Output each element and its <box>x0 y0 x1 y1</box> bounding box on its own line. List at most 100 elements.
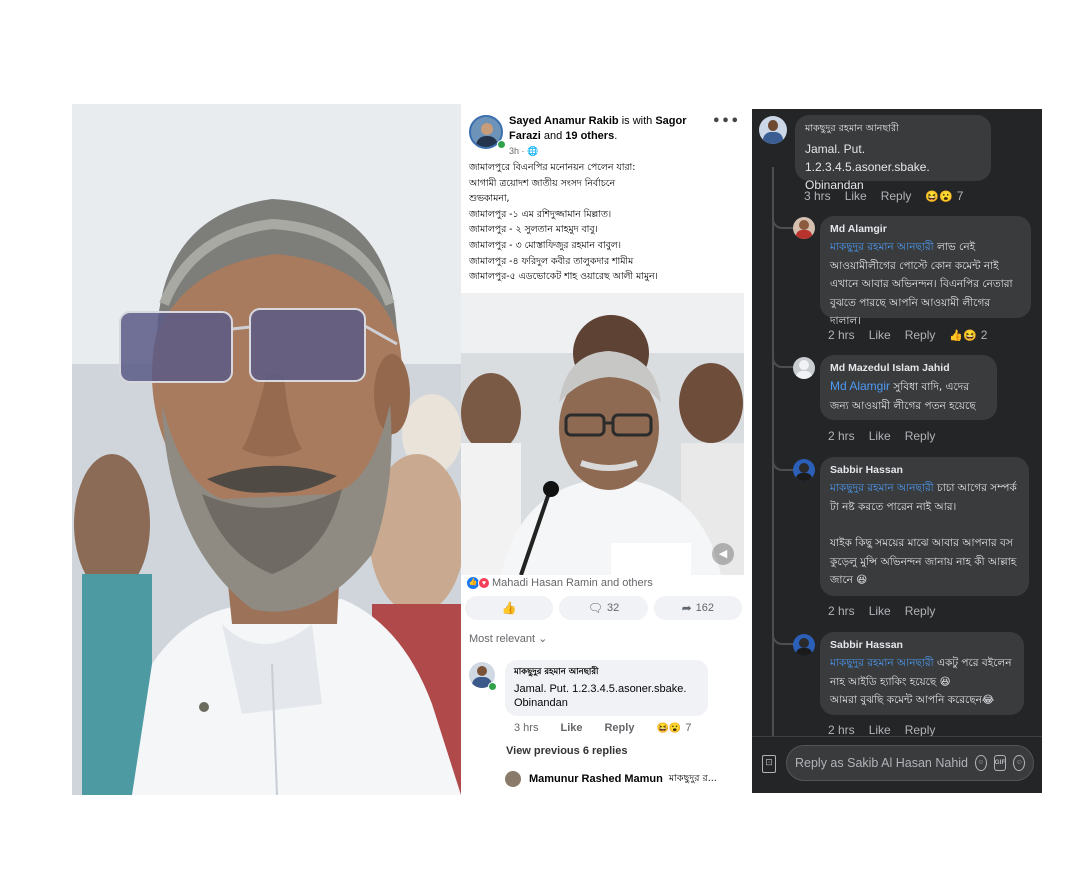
comment-reply-button[interactable]: Reply <box>905 604 936 618</box>
globe-icon: 🌐 <box>527 146 539 156</box>
comment-bubble: Md Alamgir মাকছুদুর রহমান আনছারী লাভ নেই… <box>820 216 1031 327</box>
post-line: জামালপুর -৪ ফরিদুল কবীর তালুকদার শামীম <box>469 255 634 267</box>
comment-reaction-count[interactable]: 7 <box>685 722 691 734</box>
comment-like-button[interactable]: Like <box>869 723 891 737</box>
comment-meta: 2 hrs Like Reply <box>828 429 949 443</box>
post-line: জামালপুর-৫ এডভোকেট শাহ ওয়ারেছ আলী মামুন… <box>469 271 658 283</box>
comment-like-button[interactable]: Like <box>869 429 891 443</box>
share-arrow-icon: ➦ <box>681 601 692 615</box>
post-line: জামালপুর - ২ সুলতান মাহমুদ বাবু। <box>469 224 598 236</box>
mention-link[interactable]: মাকছুদুর রহমান আনছারী <box>830 657 934 669</box>
like-haha-reaction-icons: 👍😆 <box>949 329 977 342</box>
commenter-avatar[interactable] <box>793 357 815 379</box>
avatar-sticker-icon[interactable]: ☺ <box>975 755 987 771</box>
sort-label: Most relevant <box>469 633 536 645</box>
comment-reply-button[interactable]: Reply <box>881 189 912 203</box>
comment-bubble: মাকছুদুর রহমান আনছারী Jamal. Put. 1.2.3.… <box>795 115 991 192</box>
replier-name[interactable]: Mamunur Rashed Mamun <box>529 773 663 785</box>
attach-file-icon[interactable]: ⊡ <box>762 755 776 773</box>
comment-text-second-line: আমরা বুঝছি কমেন্ট আপনি করেছেন😂 <box>830 694 995 706</box>
comment-button[interactable]: 🗨 32 <box>559 596 648 620</box>
comment-reaction-count[interactable]: 2 <box>981 328 988 342</box>
post-line: জামালপুরে বিএনপির মনোনয়ন পেলেন যারা: <box>469 162 636 173</box>
comment-reaction-count[interactable]: 7 <box>957 189 964 203</box>
commenter-avatar[interactable] <box>793 459 815 481</box>
author-name[interactable]: Sayed Anamur Rakib <box>509 115 619 127</box>
thumbs-up-icon: 👍 <box>501 601 517 615</box>
comment-time[interactable]: 2 hrs <box>828 723 855 737</box>
reply-composer: ⊡ Reply as Sakib Al Hasan Nahid ☺ GIF ☺ <box>752 736 1042 793</box>
comment-time[interactable]: 3 hrs <box>804 189 831 203</box>
view-previous-replies-link[interactable]: View previous 6 replies <box>506 745 627 757</box>
comment-like-button[interactable]: Like <box>845 189 867 203</box>
reply-placeholder: Reply as Sakib Al Hasan Nahid <box>795 756 969 770</box>
thread-branch <box>772 215 794 229</box>
post-author-line: Sayed Anamur Rakib is with Sagor Farazi … <box>509 114 714 144</box>
volume-muted-icon[interactable]: ◀ <box>712 543 734 565</box>
comment-like-button[interactable]: Like <box>560 722 582 734</box>
commenter-name[interactable]: Sabbir Hassan <box>830 639 1014 651</box>
post-meta: 3h · 🌐 <box>509 146 714 157</box>
like-button[interactable]: 👍 <box>465 596 554 620</box>
commenter-name[interactable]: মাকছুদুর রহমান আনছারী <box>514 665 699 679</box>
comment-reply-button[interactable]: Reply <box>604 722 634 734</box>
post-actions: 👍 🗨 32 ➦ 162 <box>465 596 742 620</box>
emoji-icon[interactable]: ☺ <box>1013 755 1025 771</box>
more-options-button[interactable]: ••• <box>712 114 740 129</box>
post-line: আগামী ত্রয়োদশ জাতীয় সংসদ নির্বাচনে <box>469 177 616 189</box>
commenter-name[interactable]: Md Mazedul Islam Jahid <box>830 362 987 374</box>
haha-wow-reaction-icons: 😆😮 <box>925 190 953 203</box>
comment-like-button[interactable]: Like <box>869 604 891 618</box>
comment-time[interactable]: 2 hrs <box>828 328 855 342</box>
video-frame-illustration <box>461 293 744 575</box>
comment-like-button[interactable]: Like <box>869 328 891 342</box>
online-status-dot <box>488 682 497 691</box>
comment-meta: 3 hrs Like Reply 😆😮 7 <box>804 189 977 203</box>
period: . <box>614 130 618 142</box>
chevron-down-icon: ⌄ <box>538 633 548 645</box>
comment-reply-button[interactable]: Reply <box>905 429 936 443</box>
commenter-name[interactable]: মাকছুদুর রহমান আনছারী <box>805 122 981 137</box>
comment-sort-dropdown[interactable]: Most relevant ⌄ <box>469 632 547 645</box>
comment-bubble: মাকছুদুর রহমান আনছারী Jamal. Put. 1.2.3.… <box>505 660 708 716</box>
mention-link[interactable]: মাকছুদুর রহমান আনছারী <box>830 482 934 494</box>
comment-text: Jamal. Put. 1.2.3.4.5.asoner.sbake. Obin… <box>514 683 687 709</box>
comment-meta: 2 hrs Like Reply <box>828 723 949 737</box>
comment-bubble-icon: 🗨 <box>587 601 603 615</box>
comment-reply-button[interactable]: Reply <box>905 328 936 342</box>
mention-link[interactable]: Md Alamgir <box>830 379 890 393</box>
reply-input[interactable]: Reply as Sakib Al Hasan Nahid ☺ GIF ☺ <box>786 745 1034 781</box>
comment-text: Jamal. Put. 1.2.3.4.5.asoner.sbake. Obin… <box>805 142 930 192</box>
post-video[interactable]: ◀ <box>461 293 744 575</box>
comment-time[interactable]: 3 hrs <box>514 722 538 734</box>
with-text: is with <box>621 115 653 127</box>
and-text: and <box>543 130 563 142</box>
reactions-text: Mahadi Hasan Ramin and others <box>492 577 653 589</box>
tagged-others[interactable]: 19 others <box>565 130 614 142</box>
commenter-avatar[interactable] <box>793 634 815 656</box>
comment-count: 32 <box>606 602 620 614</box>
portrait-illustration <box>72 104 461 795</box>
comment-text: Md Alamgir সুবিধা বাদি, এদের জন্য আওয়াম… <box>830 377 987 415</box>
commenter-name[interactable]: Md Alamgir <box>830 223 1021 235</box>
share-button[interactable]: ➦ 162 <box>653 596 742 620</box>
comment-time[interactable]: 2 hrs <box>828 604 855 618</box>
replier-avatar[interactable] <box>505 771 521 787</box>
gif-icon[interactable]: GIF <box>993 755 1007 771</box>
post-time[interactable]: 3h <box>509 146 519 156</box>
commenter-avatar[interactable] <box>759 116 787 144</box>
post-header: Sayed Anamur Rakib is with Sagor Farazi … <box>461 104 744 160</box>
comment-time[interactable]: 2 hrs <box>828 429 855 443</box>
commenter-name[interactable]: Sabbir Hassan <box>830 464 1019 476</box>
reply-preview[interactable]: Mamunur Rashed Mamun মাকছুদুর র... <box>505 771 741 787</box>
comment-reply-button[interactable]: Reply <box>905 723 936 737</box>
comment-bubble: Sabbir Hassan মাকছুদুর রহমান আনছারী চাচা… <box>820 457 1029 596</box>
comment-bubble: Md Mazedul Islam Jahid Md Alamgir সুবিধা… <box>820 355 997 420</box>
mention-link[interactable]: মাকছুদুর রহমান আনছারী <box>830 241 934 253</box>
reactions-summary[interactable]: 👍 ♥ Mahadi Hasan Ramin and others <box>467 577 653 589</box>
commenter-avatar[interactable] <box>793 217 815 239</box>
post-line: জামালপুর -১ এম রশিদুজ্জামান মিল্লাত। <box>469 208 612 220</box>
thread-branch <box>772 457 794 471</box>
thread-branch <box>772 354 794 368</box>
comment-meta: 3 hrs Like Reply 😆😮 7 <box>514 722 744 734</box>
